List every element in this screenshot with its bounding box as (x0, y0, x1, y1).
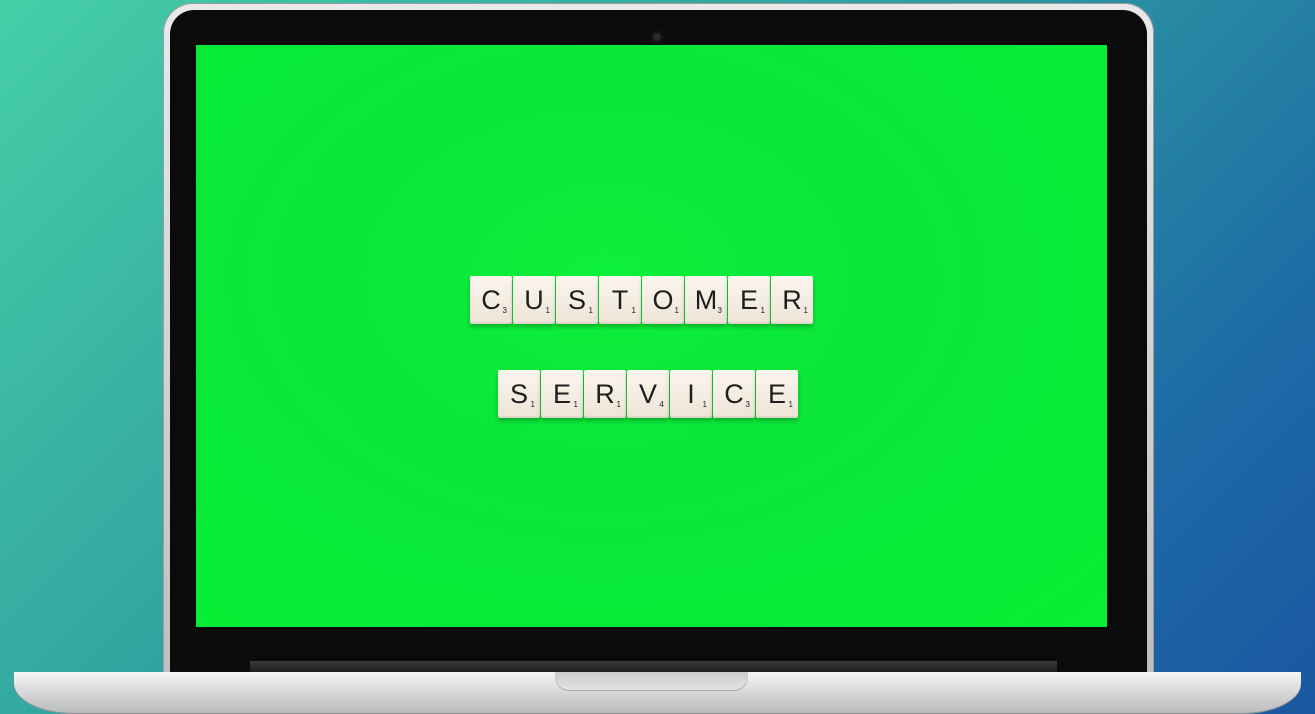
tile-score: 1 (674, 306, 679, 315)
tile-score: 1 (616, 400, 621, 409)
laptop-lid: C3U1S1T1O1M3E1R1 S1E1R1V4I1C3E1 (163, 3, 1154, 679)
letter-tile: O1 (642, 276, 684, 324)
letter-tile: U1 (513, 276, 555, 324)
lid-opening-notch (555, 672, 748, 691)
letter-tile: E1 (728, 276, 770, 324)
letter-tile: T1 (599, 276, 641, 324)
laptop-base (14, 672, 1301, 714)
letter-tile: M3 (685, 276, 727, 324)
letter-tile: V4 (627, 370, 669, 418)
letter-tile: E1 (756, 370, 798, 418)
tile-row-customer: C3U1S1T1O1M3E1R1 (470, 276, 813, 324)
letter-tile: C3 (470, 276, 512, 324)
letter-tile: R1 (584, 370, 626, 418)
webcam-icon (650, 30, 664, 44)
tile-score: 3 (745, 400, 750, 409)
letter-tile: C3 (713, 370, 755, 418)
tile-score: 1 (545, 306, 550, 315)
laptop-screen: C3U1S1T1O1M3E1R1 S1E1R1V4I1C3E1 (196, 45, 1107, 627)
tile-score: 3 (502, 306, 507, 315)
tile-score: 1 (788, 400, 793, 409)
letter-tile: S1 (498, 370, 540, 418)
tile-score: 3 (717, 306, 722, 315)
tile-score: 1 (631, 306, 636, 315)
letter-tile: E1 (541, 370, 583, 418)
letter-tile: S1 (556, 276, 598, 324)
screen-bezel: C3U1S1T1O1M3E1R1 S1E1R1V4I1C3E1 (170, 10, 1147, 679)
letter-tile: R1 (771, 276, 813, 324)
tile-score: 1 (702, 400, 707, 409)
tile-score: 1 (588, 306, 593, 315)
tile-score: 1 (530, 400, 535, 409)
tile-score: 4 (659, 400, 664, 409)
letter-tile: I1 (670, 370, 712, 418)
tile-score: 1 (573, 400, 578, 409)
tile-score: 1 (760, 306, 765, 315)
tile-row-service: S1E1R1V4I1C3E1 (498, 370, 798, 418)
tile-score: 1 (803, 306, 808, 315)
